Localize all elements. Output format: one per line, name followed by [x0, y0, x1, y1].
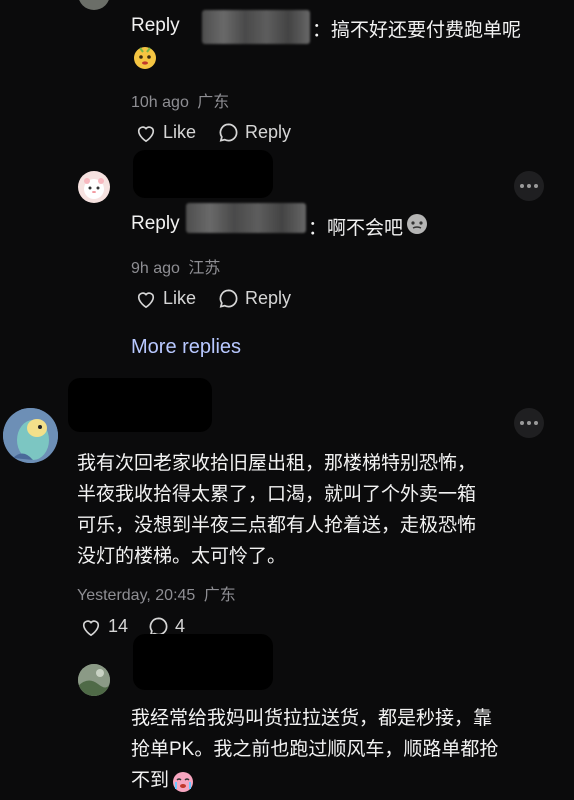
location-text: 江苏 [188, 260, 221, 277]
comment-icon [219, 123, 238, 142]
heart-icon [137, 125, 155, 142]
time-text: 10h ago [131, 94, 189, 111]
avatar[interactable] [78, 171, 110, 203]
more-replies-link[interactable]: More replies [131, 336, 241, 359]
timestamp: 9h ago 江苏 [131, 254, 220, 278]
heart-icon [82, 619, 100, 636]
redacted-username [133, 634, 273, 690]
timestamp: 10h ago 广东 [131, 88, 229, 112]
avatar[interactable] [3, 408, 58, 463]
redacted-username [133, 150, 273, 198]
comment-line: 我经常给我妈叫货拉拉送货，都是秒接，靠 [131, 708, 493, 729]
reply-button[interactable]: Reply [218, 122, 291, 143]
comment-line: 抢单PK。我之前也跑过顺风车，顺路单都抢 [131, 739, 499, 760]
comment-line: 我有次回老家收拾旧屋出租，那楼梯特别恐怖， [77, 453, 477, 474]
reply-label: Reply [245, 122, 292, 142]
heart-icon [137, 291, 155, 308]
reply-text: ：搞不好还要付费跑单呢 [312, 20, 522, 41]
avatar[interactable] [78, 0, 110, 10]
like-button[interactable]: Like [135, 288, 196, 309]
emoji-icon [132, 44, 158, 70]
comment-icon [219, 289, 238, 308]
time-text: Yesterday, 20:45 [77, 587, 196, 604]
blurred-username [186, 203, 306, 233]
crying-emoji-icon [173, 771, 194, 792]
location-text: 广东 [197, 94, 230, 111]
reply-label: Reply [131, 15, 180, 36]
time-text: 9h ago [131, 260, 180, 277]
like-label: Like [163, 288, 197, 308]
emoji-icon [405, 211, 429, 235]
like-label: Like [163, 122, 197, 142]
reply-label: Reply [245, 288, 292, 308]
reply-label: Reply [131, 213, 180, 234]
comment-line-text: 不到 [131, 770, 170, 791]
location-text: 广东 [203, 587, 236, 604]
like-count: 14 [108, 616, 129, 636]
comment-body: 我经常给我妈叫货拉拉送货，都是秒接，靠 抢单PK。我之前也跑过顺风车，顺路单都抢… [131, 703, 561, 796]
comment-body: 我有次回老家收拾旧屋出租，那楼梯特别恐怖， 半夜我收拾得太累了，口渴，就叫了个外… [77, 448, 557, 572]
comment-line: 没灯的楼梯。太可怜了。 [77, 546, 287, 567]
comment-line: 可乐，没想到半夜三点都有人抢着送，走极恐怖 [77, 515, 477, 536]
avatar[interactable] [78, 664, 110, 696]
reply-button[interactable]: Reply [218, 288, 291, 309]
blurred-username [202, 10, 310, 44]
more-options-button[interactable] [514, 171, 544, 201]
timestamp: Yesterday, 20:45 广东 [77, 581, 236, 605]
reply-text: ：啊不会吧 [308, 218, 404, 239]
like-button[interactable]: Like [135, 122, 196, 143]
like-button[interactable]: 14 [80, 616, 128, 637]
redacted-username [68, 378, 212, 432]
more-options-button[interactable] [514, 408, 544, 438]
comment-line: 不到 [131, 765, 561, 796]
comment-line: 半夜我收拾得太累了，口渴，就叫了个外卖一箱 [77, 484, 477, 505]
